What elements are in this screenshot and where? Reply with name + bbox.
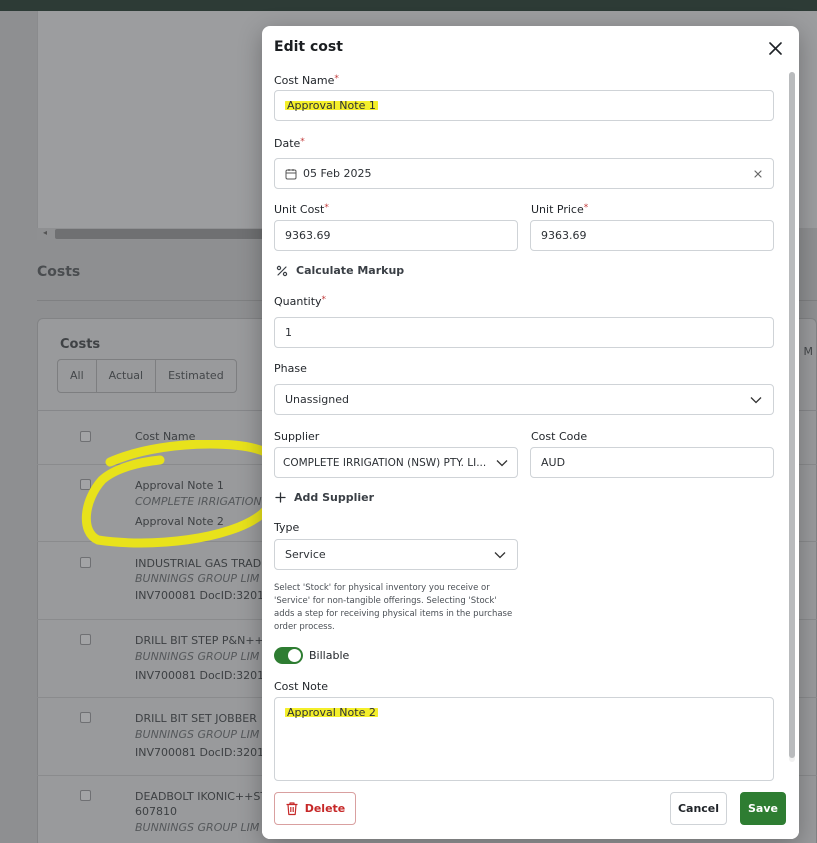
top-bar (0, 0, 817, 11)
chevron-down-icon (750, 396, 762, 403)
row-supplier: BUNNINGS GROUP LIM (135, 728, 260, 741)
close-icon (768, 41, 782, 55)
row-name: INDUSTRIAL GAS TRAD (135, 557, 262, 570)
calendar-icon (285, 168, 297, 179)
calculate-markup-label: Calculate Markup (296, 264, 405, 277)
cost-note-textarea[interactable]: Approval Note 2 (274, 697, 774, 781)
cost-name-label: Cost Name* (274, 74, 339, 87)
type-label: Type (274, 521, 300, 534)
supplier-select[interactable]: COMPLETE IRRIGATION (NSW) PTY. LI... (274, 447, 518, 478)
dialog-scrollbar[interactable] (789, 72, 795, 762)
type-select[interactable]: Service (274, 539, 518, 570)
unit-price-value: 9363.69 (541, 229, 587, 242)
filter-estimated[interactable]: Estimated (156, 360, 236, 392)
save-button[interactable]: Save (740, 792, 786, 825)
delete-button[interactable]: Delete (274, 792, 356, 825)
dialog-footer: Delete Cancel Save (262, 781, 799, 839)
row-name: Approval Note 1 (135, 479, 224, 492)
row-note: INV700081 DocID:32017 (135, 589, 272, 602)
row-checkbox[interactable] (80, 790, 91, 801)
card-title: Costs (60, 337, 101, 352)
quantity-input[interactable]: 1 (274, 317, 774, 348)
row-name: DRILL BIT STEP P&N++4 (135, 634, 271, 647)
cost-note-value: Approval Note 2 (285, 706, 378, 719)
row-supplier: BUNNINGS GROUP LIM (135, 650, 260, 663)
cost-code-input[interactable]: AUD (530, 447, 774, 478)
filter-actual[interactable]: Actual (97, 360, 157, 392)
clear-date-icon[interactable] (753, 169, 763, 179)
column-header-cost-name: Cost Name (135, 430, 196, 443)
type-value: Service (285, 548, 326, 561)
billable-toggle[interactable] (274, 647, 303, 664)
toggle-knob (288, 649, 301, 662)
trash-icon (286, 802, 298, 816)
percent-icon (276, 265, 288, 276)
close-button[interactable] (765, 38, 785, 58)
phase-label: Phase (274, 362, 307, 375)
unit-cost-value: 9363.69 (285, 229, 331, 242)
row-name: DEADBOLT IKONIC++ST (135, 790, 268, 803)
select-all-checkbox[interactable] (80, 431, 91, 442)
dialog-scrollbar-thumb[interactable] (789, 72, 795, 758)
add-supplier-button[interactable]: Add Supplier (275, 491, 374, 504)
calculate-markup-button[interactable]: Calculate Markup (276, 264, 404, 277)
scroll-left-icon[interactable]: ◂ (43, 228, 47, 237)
edit-cost-dialog: Edit cost Cost Name* Approval Note 1 Dat… (262, 26, 799, 839)
row-checkbox[interactable] (80, 712, 91, 723)
row-note: INV700081 DocID:32017 (135, 669, 272, 682)
row-extra: 607810 (135, 805, 177, 818)
unit-price-input[interactable]: 9363.69 (530, 220, 774, 251)
unit-price-label: Unit Price* (531, 203, 589, 216)
row-checkbox[interactable] (80, 634, 91, 645)
date-input[interactable]: 05 Feb 2025 (274, 158, 774, 189)
cost-code-value: AUD (541, 456, 566, 469)
unit-cost-label: Unit Cost* (274, 203, 329, 216)
row-supplier: BUNNINGS GROUP LIM (135, 572, 260, 585)
phase-value: Unassigned (285, 393, 349, 406)
chevron-down-icon (496, 459, 508, 466)
cost-note-label: Cost Note (274, 680, 328, 693)
row-supplier: BUNNINGS GROUP LIM (135, 821, 260, 834)
section-heading: Costs (37, 264, 81, 280)
supplier-label: Supplier (274, 430, 320, 443)
phase-select[interactable]: Unassigned (274, 384, 774, 415)
row-note: Approval Note 2 (135, 515, 224, 528)
add-supplier-label: Add Supplier (294, 491, 375, 504)
cost-code-label: Cost Code (531, 430, 588, 443)
supplier-value: COMPLETE IRRIGATION (NSW) PTY. LI... (283, 456, 487, 469)
quantity-value: 1 (285, 326, 292, 339)
filter-all[interactable]: All (58, 360, 97, 392)
row-supplier: COMPLETE IRRIGATION (135, 495, 262, 508)
billable-label: Billable (309, 649, 350, 662)
row-note: INV700081 DocID:32017 (135, 746, 272, 759)
row-checkbox[interactable] (80, 557, 91, 568)
delete-label: Delete (304, 802, 346, 815)
date-label: Date* (274, 137, 305, 150)
cost-filter-group: All Actual Estimated (57, 359, 237, 393)
cost-name-input[interactable]: Approval Note 1 (274, 90, 774, 121)
date-value: 05 Feb 2025 (303, 167, 372, 180)
cancel-button[interactable]: Cancel (670, 792, 727, 825)
unit-cost-input[interactable]: 9363.69 (274, 220, 518, 251)
dialog-title: Edit cost (274, 39, 343, 55)
quantity-label: Quantity* (274, 295, 327, 308)
cost-name-value: Approval Note 1 (285, 99, 378, 112)
plus-icon (275, 492, 286, 503)
type-helper-text: Select 'Stock' for physical inventory yo… (274, 583, 513, 632)
row-checkbox[interactable] (80, 479, 91, 490)
chevron-down-icon (494, 551, 506, 558)
row-name: DRILL BIT SET JOBBER (135, 712, 257, 725)
